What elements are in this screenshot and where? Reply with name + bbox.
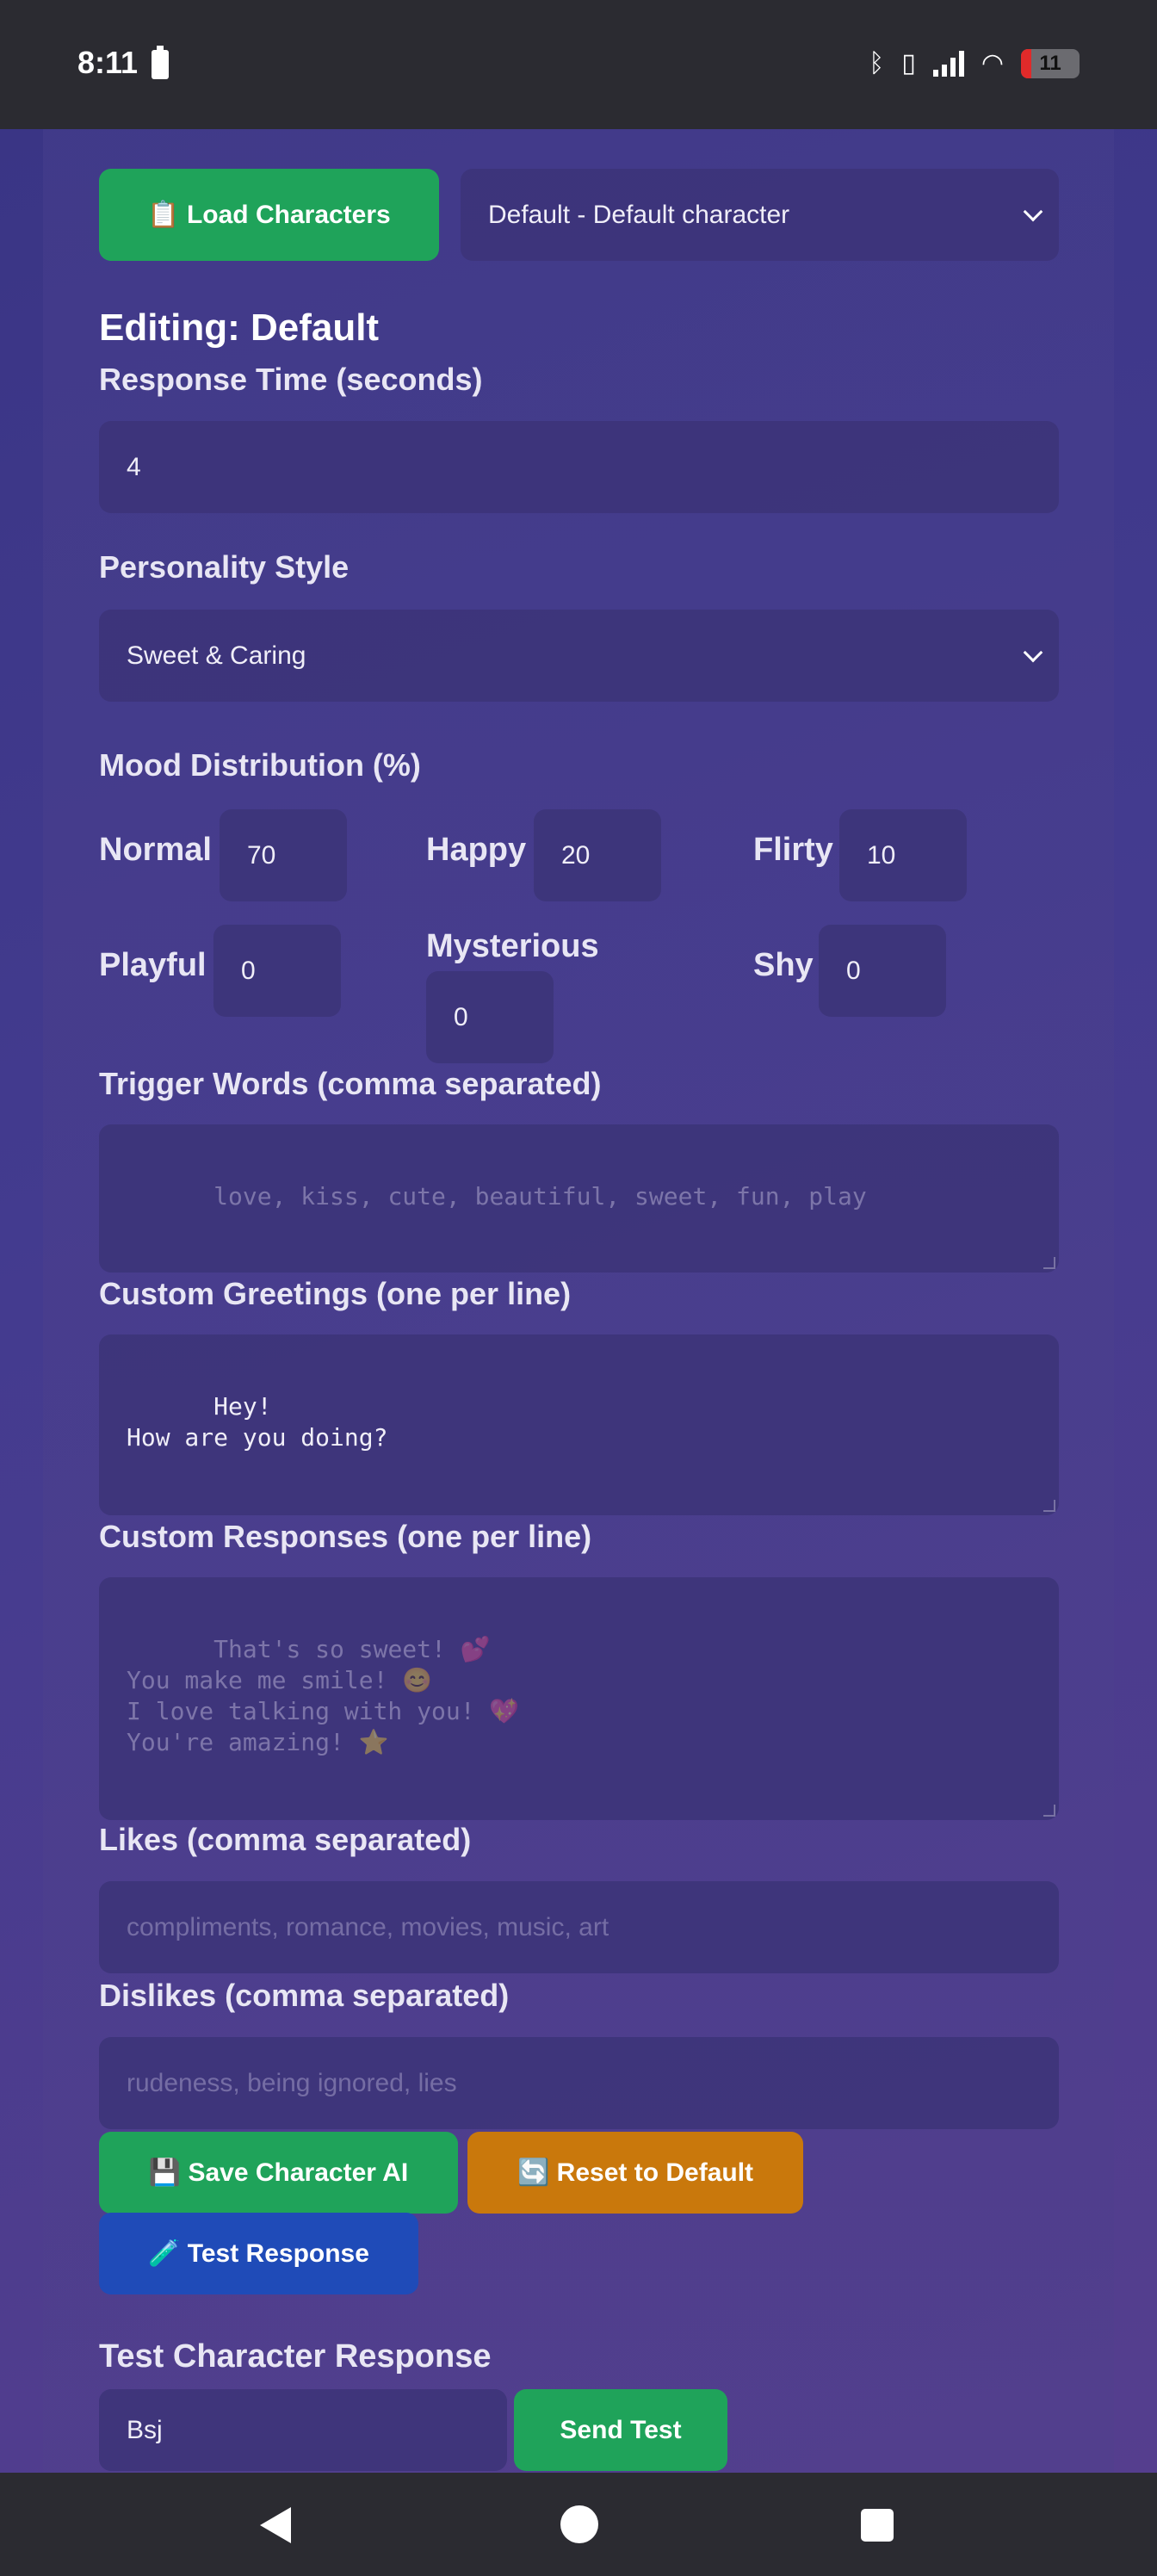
save-character-button[interactable]: 💾 Save Character AI	[99, 2132, 458, 2214]
vibrate-icon: ▯	[901, 49, 916, 77]
mood-flirty-label: Flirty	[753, 832, 833, 868]
status-time: 8:11	[77, 45, 139, 80]
response-time-input[interactable]: 4	[99, 421, 1059, 513]
trigger-words-label: Trigger Words (comma separated)	[99, 1066, 602, 1101]
mood-mysterious-value: 0	[454, 1002, 468, 1031]
bluetooth-icon: ᛒ	[869, 48, 885, 77]
personality-label: Personality Style	[99, 549, 350, 585]
test-response-button[interactable]: 🧪 Test Response	[99, 2213, 418, 2294]
mood-distribution-label: Mood Distribution (%)	[99, 747, 421, 783]
dislikes-label: Dislikes (comma separated)	[99, 1978, 510, 2013]
chevron-down-icon	[1023, 642, 1043, 662]
recent-apps-icon[interactable]	[861, 2509, 894, 2542]
trigger-words-placeholder: love, kiss, cute, beautiful, sweet, fun,…	[213, 1182, 867, 1211]
mood-playful-input[interactable]: 0	[213, 925, 341, 1017]
mood-happy-value: 20	[561, 840, 591, 870]
battery-icon: 11	[1021, 48, 1080, 78]
personality-select[interactable]: Sweet & Caring	[99, 610, 1059, 702]
character-select-value: Default - Default character	[488, 200, 790, 229]
load-characters-button[interactable]: 📋 Load Characters	[99, 169, 439, 261]
battery-level: 11	[1039, 51, 1061, 75]
resize-handle-icon[interactable]	[1043, 1257, 1055, 1269]
dislikes-placeholder: rudeness, being ignored, lies	[127, 2068, 457, 2097]
reset-default-button[interactable]: 🔄 Reset to Default	[467, 2132, 803, 2214]
personality-select-value: Sweet & Caring	[127, 641, 306, 670]
status-icons: ᛒ ▯ ◠ 11	[869, 48, 1080, 78]
back-icon[interactable]	[260, 2507, 291, 2543]
test-message-input[interactable]: Bsj	[99, 2389, 507, 2471]
resize-handle-icon[interactable]	[1043, 1500, 1055, 1512]
responses-textarea[interactable]: That's so sweet! 💕 You make me smile! 😊 …	[99, 1577, 1059, 1820]
mood-normal-value: 70	[247, 840, 276, 870]
response-time-label: Response Time (seconds)	[99, 362, 483, 397]
mood-mysterious-input[interactable]: 0	[426, 971, 554, 1063]
mood-shy-input[interactable]: 0	[819, 925, 946, 1017]
battery-charging-icon	[152, 46, 169, 79]
mood-happy-label: Happy	[426, 832, 527, 868]
send-test-button[interactable]: Send Test	[514, 2389, 727, 2471]
likes-input[interactable]: compliments, romance, movies, music, art	[99, 1881, 1059, 1973]
greetings-value: Hey! How are you doing?	[127, 1392, 388, 1452]
mood-mysterious-label: Mysterious	[426, 928, 599, 964]
navigation-bar	[0, 2473, 1157, 2576]
test-title: Test Character Response	[99, 2338, 492, 2375]
greetings-label: Custom Greetings (one per line)	[99, 1276, 572, 1311]
mood-happy-input[interactable]: 20	[534, 809, 661, 901]
character-select[interactable]: Default - Default character	[461, 169, 1059, 261]
mood-shy-value: 0	[846, 956, 861, 985]
likes-placeholder: compliments, romance, movies, music, art	[127, 1912, 609, 1941]
page-background: 📋 Load Characters Default - Default char…	[0, 129, 1157, 2473]
dislikes-input[interactable]: rudeness, being ignored, lies	[99, 2037, 1059, 2129]
mood-normal-input[interactable]: 70	[220, 809, 347, 901]
editing-title: Editing: Default	[99, 307, 380, 349]
signal-icon	[932, 50, 964, 77]
trigger-words-textarea[interactable]: love, kiss, cute, beautiful, sweet, fun,…	[99, 1124, 1059, 1273]
mood-playful-value: 0	[241, 956, 256, 985]
likes-label: Likes (comma separated)	[99, 1822, 472, 1857]
mood-shy-label: Shy	[753, 947, 814, 983]
chevron-down-icon	[1023, 201, 1043, 221]
mood-normal-label: Normal	[99, 832, 212, 868]
greetings-textarea[interactable]: Hey! How are you doing?	[99, 1334, 1059, 1515]
responses-placeholder: That's so sweet! 💕 You make me smile! 😊 …	[127, 1635, 520, 1756]
resize-handle-icon[interactable]	[1043, 1805, 1055, 1817]
wifi-icon: ◠	[981, 49, 1004, 77]
home-icon[interactable]	[560, 2505, 598, 2543]
response-time-value: 4	[127, 452, 141, 481]
status-bar: 8:11 ᛒ ▯ ◠ 11	[0, 0, 1157, 129]
mood-flirty-value: 10	[867, 840, 896, 870]
responses-label: Custom Responses (one per line)	[99, 1519, 592, 1554]
mood-playful-label: Playful	[99, 947, 207, 983]
test-message-value: Bsj	[127, 2415, 163, 2444]
mood-flirty-input[interactable]: 10	[839, 809, 967, 901]
